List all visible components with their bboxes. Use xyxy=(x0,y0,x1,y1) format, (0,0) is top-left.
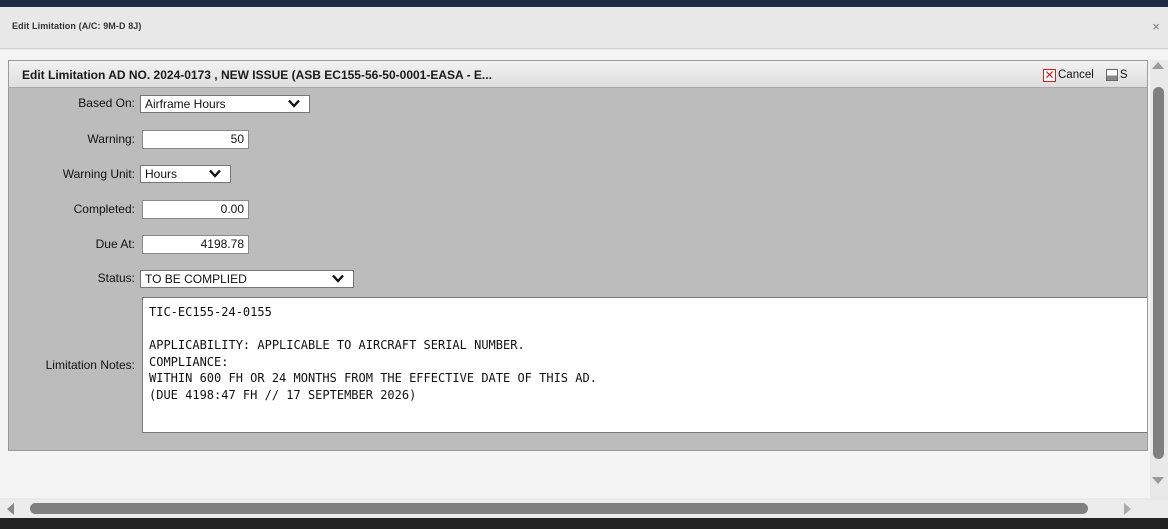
dialog-titlebar: Edit Limitation (A/C: 9M-D 8J) × xyxy=(0,7,1168,49)
cancel-button[interactable]: ✕ Cancel xyxy=(1043,67,1094,82)
cancel-label: Cancel xyxy=(1058,69,1094,81)
based-on-label: Based On: xyxy=(78,96,135,110)
dialog-title: Edit Limitation (A/C: 9M-D 8J) xyxy=(12,21,142,31)
based-on-value: Airframe Hours xyxy=(145,97,226,111)
close-icon[interactable]: × xyxy=(1150,20,1162,33)
save-disk-icon xyxy=(1105,69,1118,81)
chevron-down-icon xyxy=(209,169,221,178)
notes-line: (DUE 4198:47 FH // 17 SEPTEMBER 2026) xyxy=(149,387,417,402)
vertical-scroll-thumb[interactable] xyxy=(1153,87,1164,459)
panel-title: Edit Limitation AD NO. 2024-0173 , NEW I… xyxy=(22,68,492,82)
scroll-down-arrow-icon[interactable] xyxy=(1152,477,1164,484)
status-value: TO BE COMPLIED xyxy=(145,272,247,286)
notes-line: COMPLIANCE: xyxy=(149,354,229,369)
warning-unit-select[interactable]: Hours xyxy=(140,165,231,183)
due-at-input[interactable]: 4198.78 xyxy=(142,235,249,254)
save-label: S xyxy=(1119,69,1128,81)
warning-input[interactable]: 50 xyxy=(142,130,249,149)
status-select[interactable]: TO BE COMPLIED xyxy=(140,270,354,288)
warning-unit-label: Warning Unit: xyxy=(62,167,135,181)
notes-line: APPLICABILITY: APPLICABLE TO AIRCRAFT SE… xyxy=(149,338,525,352)
scroll-right-arrow-icon[interactable] xyxy=(1124,503,1131,515)
notes-line: WITHIN 600 FH OR 24 MONTHS FROM THE EFFE… xyxy=(149,371,597,385)
cancel-x-icon: ✕ xyxy=(1043,67,1056,82)
warning-label: Warning: xyxy=(87,132,135,146)
horizontal-scroll-thumb[interactable] xyxy=(30,503,1088,514)
limitation-notes-label: Limitation Notes: xyxy=(45,358,135,372)
save-button[interactable]: S xyxy=(1094,69,1128,81)
due-at-label: Due At: xyxy=(95,237,135,251)
dialog-content: Edit Limitation AD NO. 2024-0173 , NEW I… xyxy=(0,50,1168,498)
top-accent-bar xyxy=(0,0,1168,7)
completed-input[interactable]: 0.00 xyxy=(142,200,249,219)
notes-line: TIC-EC155-24-0155 xyxy=(149,305,272,319)
edit-limitation-panel: Edit Limitation AD NO. 2024-0173 , NEW I… xyxy=(8,60,1148,451)
based-on-select[interactable]: Airframe Hours xyxy=(140,95,310,113)
warning-unit-value: Hours xyxy=(145,167,178,181)
limitation-notes-textarea[interactable]: TIC-EC155-24-0155 APPLICABILITY: APPLICA… xyxy=(142,297,1147,433)
header-actions: ✕ Cancel S xyxy=(1043,67,1127,83)
scroll-left-arrow-icon[interactable] xyxy=(7,503,14,515)
bottom-bar xyxy=(0,518,1168,529)
chevron-down-icon xyxy=(288,99,300,108)
scroll-up-arrow-icon[interactable] xyxy=(1152,62,1164,69)
status-label: Status: xyxy=(97,271,135,285)
panel-header: Edit Limitation AD NO. 2024-0173 , NEW I… xyxy=(9,61,1147,88)
notes-line xyxy=(149,321,1145,338)
chevron-down-icon xyxy=(332,274,344,283)
completed-label: Completed: xyxy=(73,202,135,216)
